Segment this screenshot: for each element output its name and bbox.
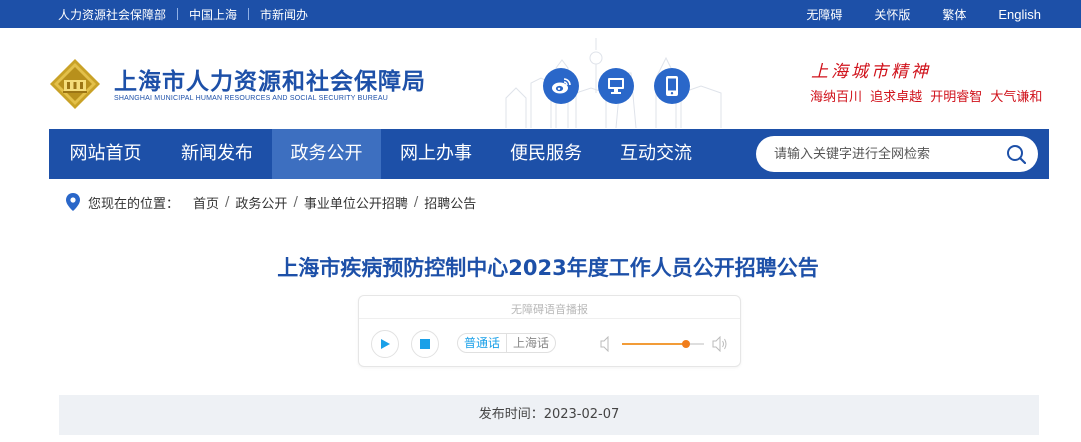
publish-date: 2023-02-07 — [543, 407, 620, 422]
player-title: 无障碍语音播报 — [511, 303, 588, 316]
stop-icon — [420, 339, 430, 349]
breadcrumb-public-recruitment[interactable]: 事业单位公开招聘 — [304, 193, 408, 212]
link-care-version[interactable]: 关怀版 — [874, 6, 910, 23]
top-utility-bar: 人力资源社会保障部 中国上海 市新闻办 无障碍 关怀版 繁体 English — [0, 0, 1081, 28]
search-box — [756, 136, 1038, 172]
weibo-icon[interactable] — [543, 68, 579, 104]
play-button[interactable] — [371, 330, 399, 358]
language-toggle: 普通话 上海话 — [457, 333, 557, 353]
volume-high-icon[interactable] — [712, 336, 728, 352]
main-nav: 网站首页 新闻发布 政务公开 网上办事 便民服务 互动交流 — [49, 129, 1049, 179]
nav-item-news[interactable]: 新闻发布 — [162, 129, 272, 179]
breadcrumb-separator: / — [293, 194, 298, 210]
bureau-emblem-icon[interactable] — [49, 58, 101, 110]
city-spirit-words: 海纳百川 追求卓越 开明睿智 大气谦和 — [810, 90, 1043, 105]
nav-item-interaction[interactable]: 互动交流 — [601, 129, 711, 179]
volume-slider-knob[interactable] — [681, 340, 690, 348]
volume-slider-fill — [622, 343, 686, 345]
mobile-icon[interactable] — [654, 68, 690, 104]
breadcrumb-label: 您现在的位置： — [88, 196, 180, 212]
city-spirit-title: 上海城市精神 — [811, 62, 931, 82]
link-press-office[interactable]: 市新闻办 — [260, 6, 308, 23]
volume-low-icon[interactable] — [600, 336, 612, 352]
breadcrumb-home[interactable]: 首页 — [193, 193, 219, 212]
lang-mandarin-button[interactable]: 普通话 — [458, 334, 506, 352]
volume-slider[interactable] — [622, 340, 704, 348]
link-english[interactable]: English — [998, 7, 1041, 22]
breadcrumb-recruitment-notice[interactable]: 招聘公告 — [424, 193, 476, 212]
top-left-links: 人力资源社会保障部 中国上海 市新闻办 — [58, 0, 308, 28]
site-header: 上海市人力资源和社会保障局 SHANGHAI MUNICIPAL HUMAN R… — [0, 38, 1081, 128]
computer-icon[interactable] — [598, 68, 634, 104]
breadcrumb-separator: / — [413, 194, 419, 210]
divider — [177, 8, 179, 20]
divider — [359, 318, 740, 319]
top-right-links: 无障碍 关怀版 繁体 English — [806, 0, 1041, 28]
breadcrumb-government-affairs[interactable]: 政务公开 — [235, 193, 287, 212]
link-accessibility[interactable]: 无障碍 — [806, 6, 842, 23]
audio-player: 无障碍语音播报 普通话 上海话 — [358, 295, 741, 367]
location-pin-icon — [66, 193, 80, 211]
search-icon[interactable] — [1006, 144, 1026, 164]
nav-item-home[interactable]: 网站首页 — [49, 129, 162, 179]
link-traditional-chinese[interactable]: 繁体 — [942, 6, 966, 23]
lang-shanghainese-button[interactable]: 上海话 — [506, 334, 555, 352]
nav-item-online-services[interactable]: 网上办事 — [381, 129, 491, 179]
breadcrumb: 您现在的位置： 首页 / 政务公开 / 事业单位公开招聘 / 招聘公告 — [66, 193, 476, 212]
publish-label: 发布时间： — [478, 407, 544, 422]
play-icon — [381, 339, 390, 349]
nav-item-government-affairs[interactable]: 政务公开 — [272, 129, 381, 179]
link-mohrss[interactable]: 人力资源社会保障部 — [58, 6, 166, 23]
breadcrumb-separator: / — [225, 194, 230, 210]
site-name-cn[interactable]: 上海市人力资源和社会保障局 — [114, 62, 426, 96]
divider — [248, 8, 250, 20]
search-input[interactable] — [774, 136, 994, 172]
site-name-en: SHANGHAI MUNICIPAL HUMAN RESOURCES AND S… — [114, 95, 388, 102]
nav-item-convenience[interactable]: 便民服务 — [491, 129, 601, 179]
stop-button[interactable] — [411, 330, 439, 358]
link-china-shanghai[interactable]: 中国上海 — [189, 6, 237, 23]
article-title: 上海市疾病预防控制中心2023年度工作人员公开招聘公告 — [277, 256, 819, 280]
publish-info-bar: 发布时间：2023-02-07 — [59, 395, 1039, 435]
